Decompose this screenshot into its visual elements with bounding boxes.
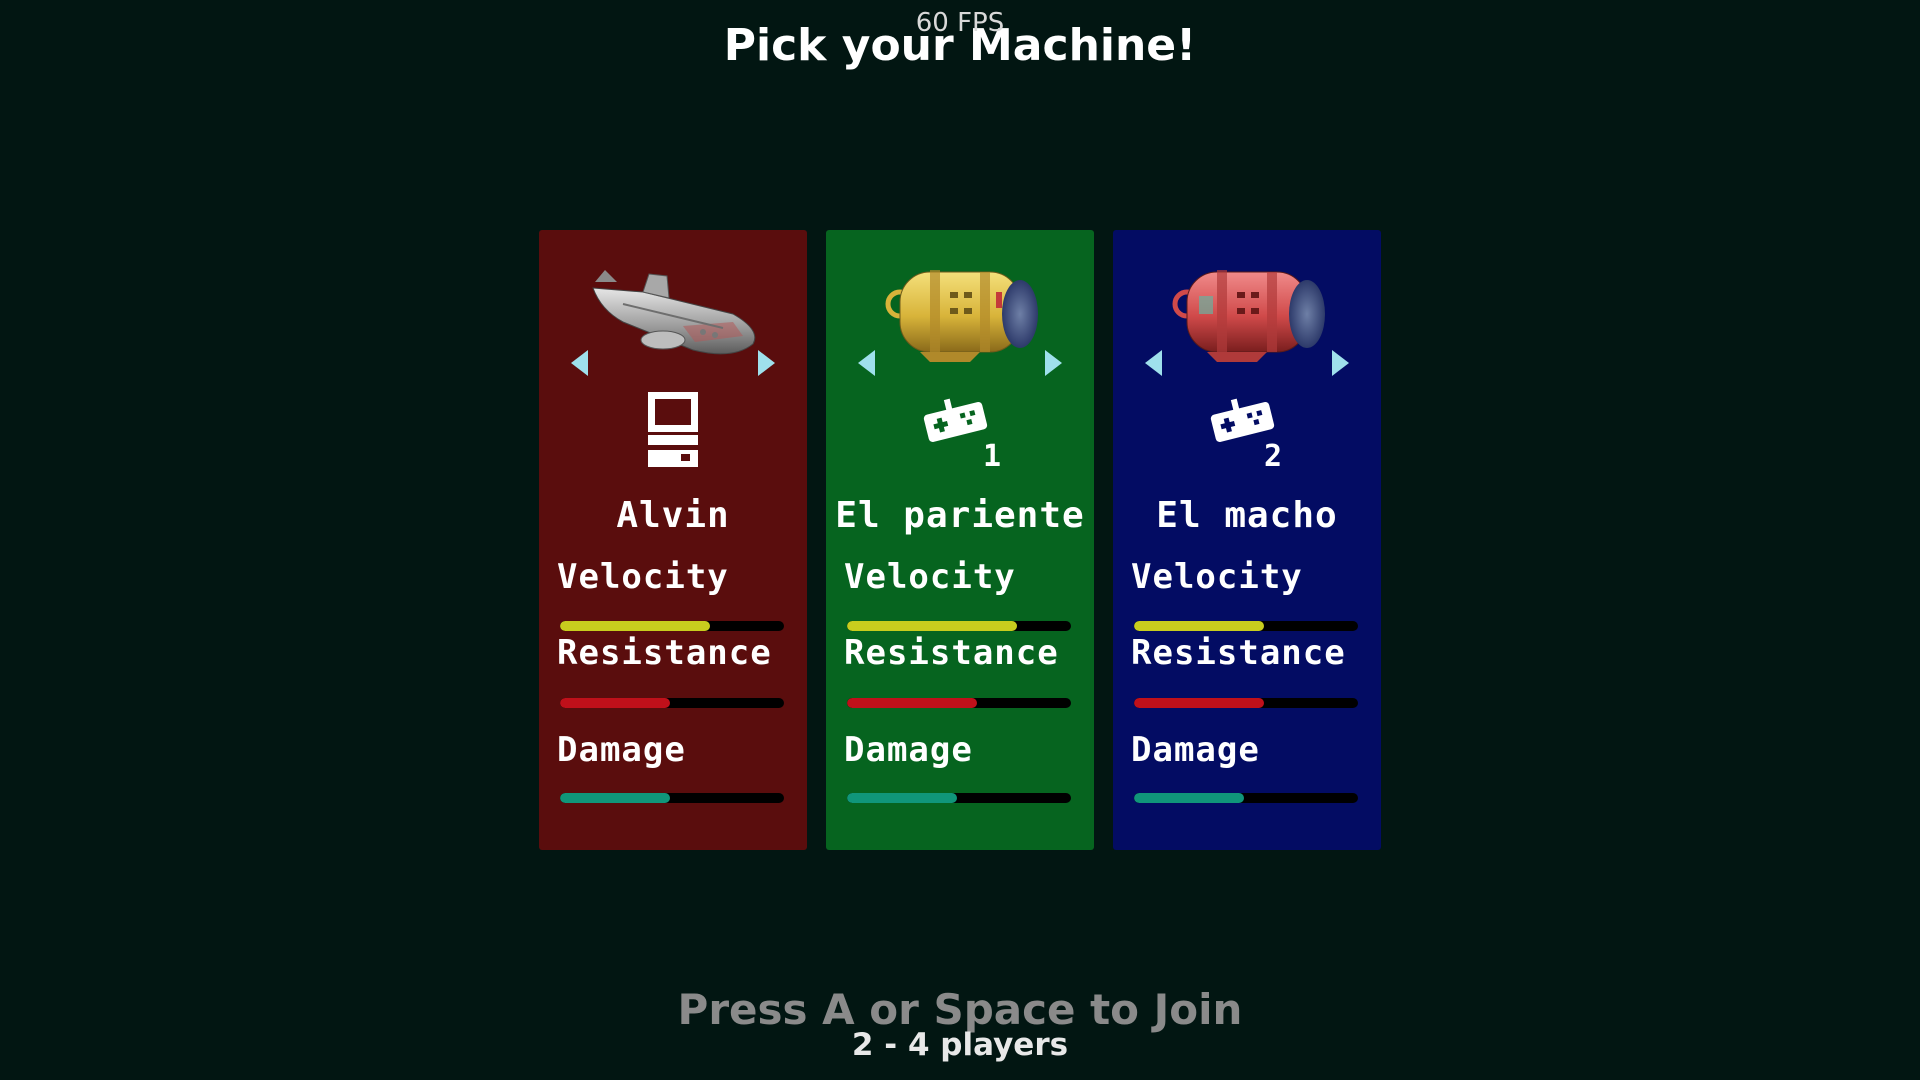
gamepad-icon: 1 [923, 398, 1001, 470]
resistance-bar [560, 698, 784, 708]
velocity-bar [1134, 621, 1358, 631]
character-select-screen: 60 FPS Pick your Machine! Alvin Velocity… [0, 0, 1920, 1080]
resistance-label: Resistance [1131, 633, 1346, 673]
machine-name: El pariente [835, 495, 1085, 536]
controller-number: 2 [1264, 439, 1282, 470]
fps-counter: 60 FPS [915, 8, 1005, 38]
machine-cards: Alvin Velocity Resistance Damage 1 El pa… [539, 230, 1381, 850]
player-count: 2 - 4 players [851, 1027, 1069, 1063]
damage-label: Damage [557, 730, 686, 770]
velocity-label: Velocity [844, 557, 1016, 597]
velocity-bar [847, 621, 1071, 631]
resistance-bar-fill [1134, 698, 1264, 708]
machine-card-el-pariente[interactable]: 1 El pariente Velocity Resistance Damage [826, 230, 1094, 850]
damage-bar [1134, 793, 1358, 803]
submarine-icon [592, 270, 756, 355]
damage-label: Damage [844, 730, 973, 770]
red-capsule-icon [1172, 270, 1325, 362]
velocity-bar [560, 621, 784, 631]
velocity-bar-fill [560, 621, 711, 631]
controller-number: 1 [983, 439, 1001, 470]
gamepad-icon: 2 [1210, 398, 1282, 470]
yellow-capsule-icon [885, 270, 1038, 362]
previous-machine-arrow[interactable] [571, 350, 588, 376]
damage-bar-fill [847, 793, 957, 803]
machine-name: El macho [1156, 495, 1338, 536]
damage-bar [847, 793, 1071, 803]
next-machine-arrow[interactable] [1332, 350, 1349, 376]
resistance-label: Resistance [844, 633, 1059, 673]
previous-machine-arrow[interactable] [858, 350, 875, 376]
computer-icon [648, 392, 698, 467]
damage-label: Damage [1131, 730, 1260, 770]
machine-name: Alvin [616, 495, 730, 536]
resistance-bar-fill [560, 698, 670, 708]
velocity-bar-fill [847, 621, 1018, 631]
next-machine-arrow[interactable] [758, 350, 775, 376]
machine-card-alvin[interactable]: Alvin Velocity Resistance Damage [539, 230, 807, 850]
resistance-bar [1134, 698, 1358, 708]
damage-bar [560, 793, 784, 803]
damage-bar-fill [1134, 793, 1244, 803]
resistance-bar [847, 698, 1071, 708]
next-machine-arrow[interactable] [1045, 350, 1062, 376]
velocity-label: Velocity [1131, 557, 1303, 597]
velocity-label: Velocity [557, 557, 729, 597]
machine-card-el-macho[interactable]: 2 El macho Velocity Resistance Damage [1113, 230, 1381, 850]
velocity-bar-fill [1134, 621, 1264, 631]
previous-machine-arrow[interactable] [1145, 350, 1162, 376]
resistance-bar-fill [847, 698, 977, 708]
resistance-label: Resistance [557, 633, 772, 673]
damage-bar-fill [560, 793, 670, 803]
